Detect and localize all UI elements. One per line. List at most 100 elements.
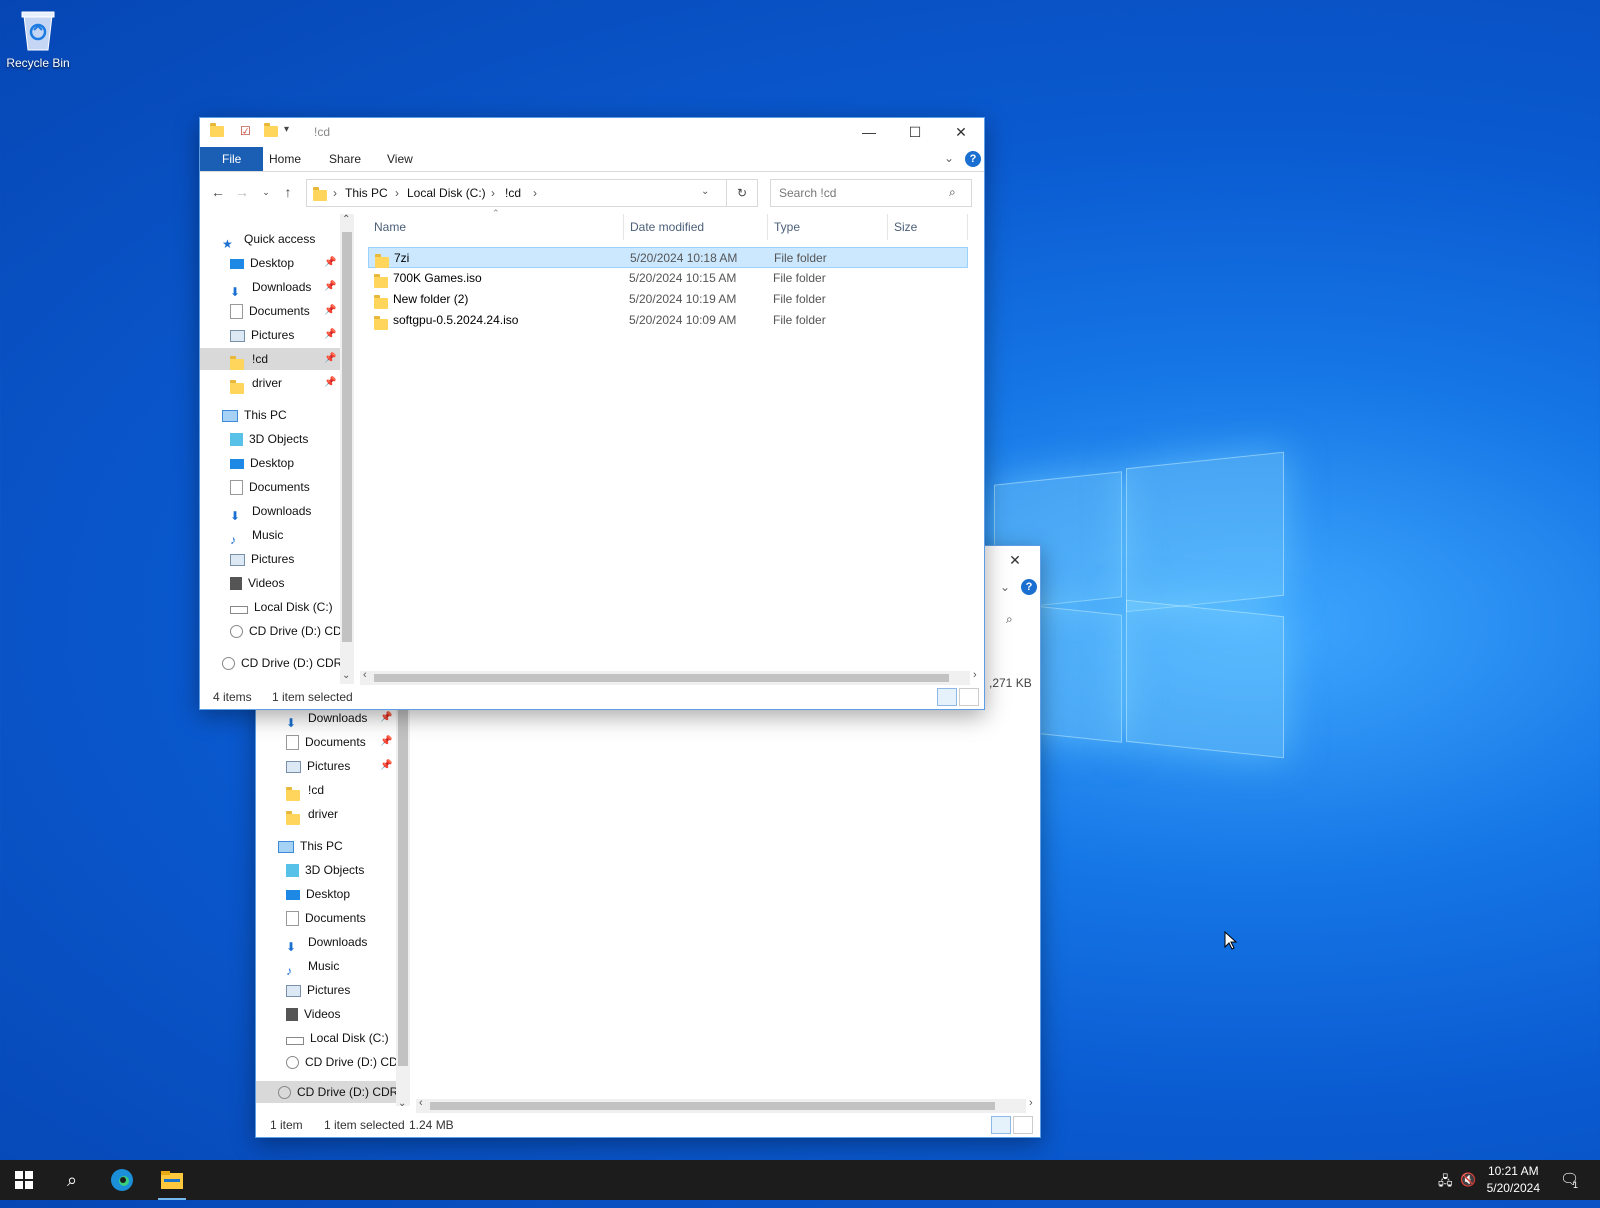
recent-locations-icon[interactable]: ⌄ [256, 182, 276, 202]
search-icon-back[interactable]: ⌕ [1006, 612, 1013, 627]
back-nav-cd-drive-root[interactable]: CD Drive (D:) CDR [256, 1081, 396, 1103]
file-row[interactable]: 7zi 5/20/2024 10:18 AM File folder [368, 247, 968, 269]
star-icon: ★ [222, 236, 233, 251]
ribbon-expand-icon[interactable]: ⌄ [944, 151, 954, 165]
maximize-button[interactable]: ☐ [892, 118, 938, 146]
customize-qat-icon[interactable]: ▾ [284, 124, 289, 135]
scroll-left-icon[interactable]: ‹ [419, 1097, 423, 1109]
back-nav-3d-objects[interactable]: 3D Objects [286, 859, 396, 881]
nav-this-pc[interactable]: This PC [222, 404, 340, 426]
help-icon-back[interactable]: ? [1021, 579, 1037, 595]
details-view-button[interactable] [991, 1116, 1011, 1134]
nav-cd-folder[interactable]: !cd [200, 348, 340, 371]
nav-music[interactable]: ♪ Music [230, 524, 340, 547]
back-nav-cd-folder[interactable]: !cd [286, 779, 396, 802]
clock-time: 10:21 AM [1487, 1164, 1539, 1178]
details-view-button[interactable] [937, 688, 957, 706]
back-arrow-icon[interactable]: ← [208, 182, 228, 202]
nav-quick-access[interactable]: ★ Quick access [222, 228, 340, 251]
search-placeholder: Search !cd [779, 186, 837, 200]
back-nav-pictures-pc[interactable]: Pictures [286, 979, 396, 1001]
back-nav-this-pc[interactable]: This PC [278, 835, 396, 857]
close-button-back[interactable]: ✕ [992, 546, 1038, 574]
network-icon[interactable]: 🖧 [1438, 1172, 1453, 1194]
nav-documents-pc[interactable]: Documents [230, 476, 340, 498]
nav-downloads-pc[interactable]: ⬇ Downloads [230, 500, 340, 523]
nav-pictures-pc[interactable]: Pictures [230, 548, 340, 570]
nav-label: Videos [304, 1007, 341, 1021]
computer-icon [278, 840, 294, 853]
documents-icon [286, 735, 299, 751]
desktop-icon [286, 889, 300, 900]
scroll-right-icon[interactable]: › [973, 669, 977, 681]
nav-label: Music [252, 528, 284, 542]
nav-videos[interactable]: Videos [230, 572, 340, 594]
content-hscroll[interactable] [360, 671, 970, 685]
column-type[interactable]: Type [768, 214, 888, 240]
back-nav-scrollbar[interactable] [396, 696, 410, 1106]
scroll-down-icon[interactable]: ⌄ [398, 1098, 406, 1109]
file-name: 7zi [394, 251, 410, 265]
3d-objects-icon [286, 864, 299, 878]
properties-icon[interactable]: ☑ [240, 124, 251, 138]
ribbon-expand-icon-back[interactable]: ⌄ [1000, 580, 1010, 594]
breadcrumb-local-disk[interactable]: Local Disk (C:) [407, 186, 486, 200]
scroll-up-icon[interactable]: ⌃ [342, 214, 350, 225]
tab-view[interactable]: View [374, 147, 426, 171]
back-nav-driver[interactable]: driver [286, 803, 396, 826]
back-content-hscroll[interactable] [416, 1099, 1026, 1113]
close-button[interactable]: ✕ [938, 118, 984, 146]
nav-local-disk[interactable]: Local Disk (C:) [230, 596, 340, 618]
back-nav-documents-pc[interactable]: Documents [286, 907, 396, 929]
tab-share[interactable]: Share [316, 147, 374, 171]
back-nav-music[interactable]: ♪ Music [286, 955, 396, 978]
column-size[interactable]: Size [888, 214, 968, 240]
nav-cd-drive-root[interactable]: CD Drive (D:) CDR [222, 652, 340, 674]
forward-arrow-icon[interactable]: → [232, 182, 252, 202]
nav-scrollbar[interactable] [340, 214, 354, 684]
nav-label: This PC [244, 408, 287, 422]
videos-icon [286, 1008, 298, 1022]
back-nav-videos[interactable]: Videos [286, 1003, 396, 1025]
tab-home[interactable]: Home [256, 147, 314, 171]
back-nav-cd-drive[interactable]: CD Drive (D:) CD [286, 1051, 396, 1073]
nav-cd-drive[interactable]: CD Drive (D:) CD [230, 620, 340, 642]
file-row[interactable]: 700K Games.iso 5/20/2024 10:15 AM File f… [368, 268, 968, 289]
tab-file[interactable]: File [200, 147, 264, 171]
column-date-modified[interactable]: Date modified [624, 214, 768, 240]
scroll-left-icon[interactable]: ‹ [363, 669, 367, 681]
back-nav-downloads-pc[interactable]: ⬇ Downloads [286, 931, 396, 954]
scroll-right-icon[interactable]: › [1029, 1097, 1033, 1109]
back-nav-local-disk[interactable]: Local Disk (C:) [286, 1027, 396, 1049]
search-box[interactable]: Search !cd ⌕ [770, 179, 972, 207]
breadcrumb-cd[interactable]: !cd [505, 186, 521, 200]
notification-center-icon[interactable]: 🗨1 [1560, 1170, 1584, 1190]
breadcrumb-this-pc[interactable]: This PC [345, 186, 388, 200]
help-icon[interactable]: ? [965, 151, 981, 167]
title-bar[interactable]: ☑ ▾ !cd — ☐ ✕ [200, 118, 984, 146]
address-dropdown-icon[interactable]: ⌄ [701, 186, 709, 197]
search-button[interactable]: ⌕ [48, 1160, 96, 1200]
nav-3d-objects[interactable]: 3D Objects [230, 428, 340, 450]
edge-button[interactable] [98, 1160, 146, 1200]
file-explorer-button[interactable] [148, 1160, 196, 1200]
file-row[interactable]: softgpu-0.5.2024.24.iso 5/20/2024 10:09 … [368, 310, 968, 331]
start-button[interactable] [0, 1160, 48, 1200]
minimize-button[interactable]: — [846, 118, 892, 146]
large-icons-view-button[interactable] [1013, 1116, 1033, 1134]
refresh-button[interactable]: ↻ [726, 179, 758, 207]
scroll-down-icon[interactable]: ⌄ [342, 670, 350, 681]
large-icons-view-button[interactable] [959, 688, 979, 706]
column-name[interactable]: Name [368, 214, 624, 240]
new-folder-icon[interactable] [264, 123, 278, 138]
nav-desktop-pc[interactable]: Desktop [230, 452, 340, 474]
back-nav-desktop[interactable]: Desktop [286, 883, 396, 905]
up-arrow-icon[interactable]: ↑ [278, 182, 298, 202]
volume-muted-icon[interactable]: 🔇 [1460, 1172, 1476, 1188]
recycle-bin[interactable]: Recycle Bin [6, 8, 70, 70]
documents-icon [286, 911, 299, 927]
file-row[interactable]: New folder (2) 5/20/2024 10:19 AM File f… [368, 289, 968, 310]
address-bar[interactable]: › This PC › Local Disk (C:) › !cd › ⌄ [306, 179, 728, 207]
explorer-window-front[interactable]: ☑ ▾ !cd — ☐ ✕ File Home Share View ⌄ ? ←… [199, 117, 985, 710]
system-clock[interactable]: 10:21 AM 5/20/2024 [1487, 1163, 1540, 1197]
